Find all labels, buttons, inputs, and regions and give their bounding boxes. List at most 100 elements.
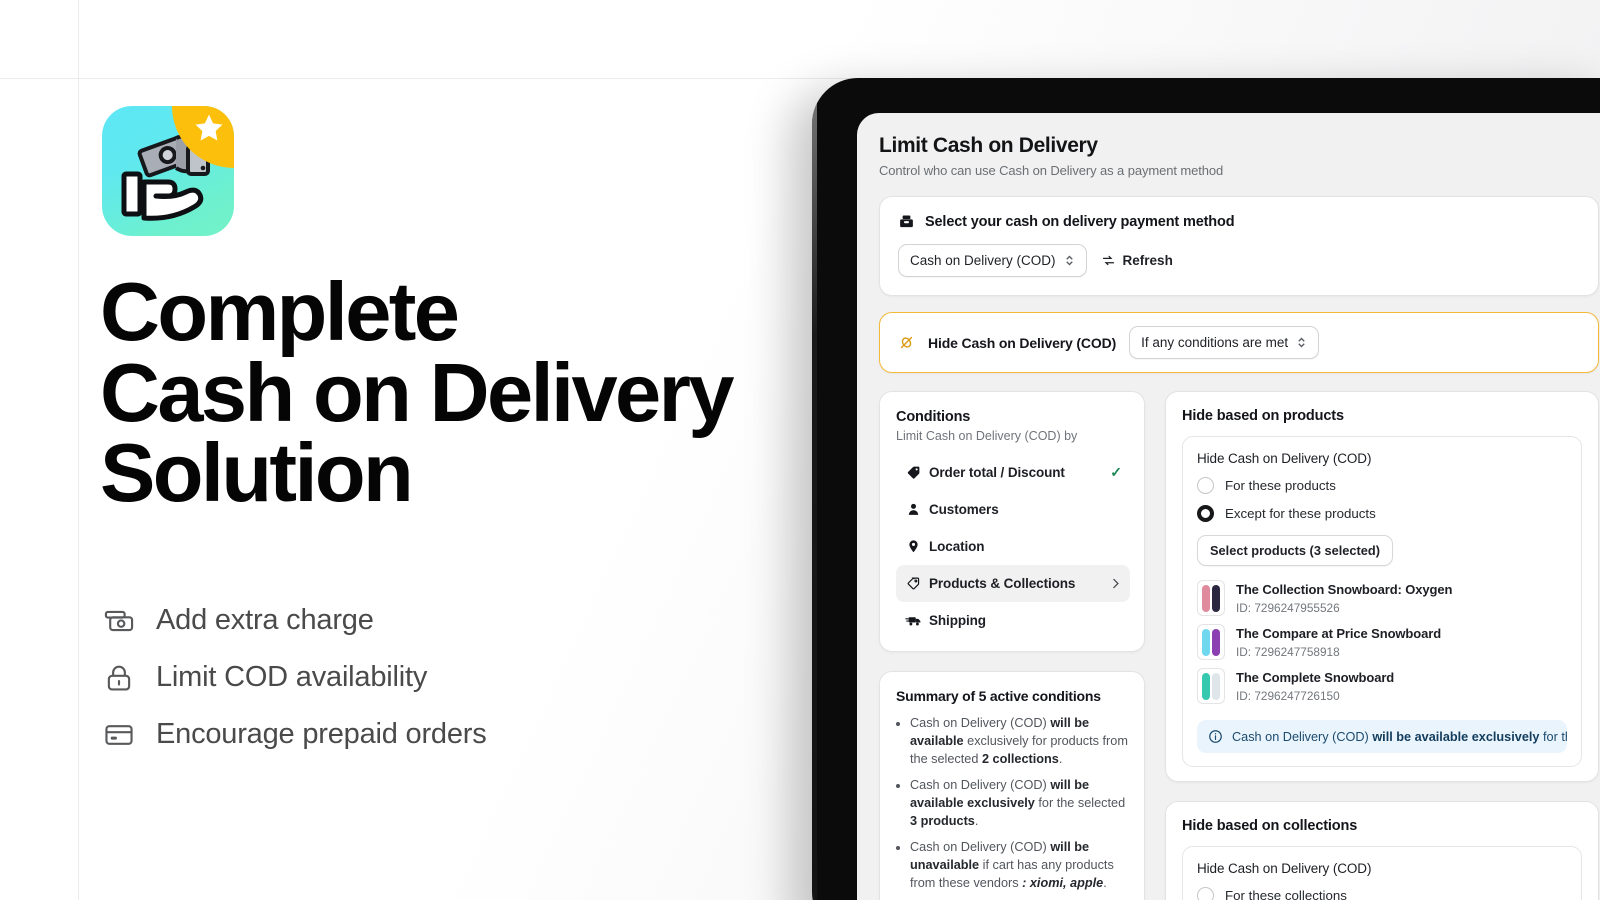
chevron-updown-icon [1298, 337, 1305, 348]
summary-title: Summary of 5 active conditions [896, 688, 1101, 704]
chevron-right-icon [1109, 577, 1122, 590]
conditions-list: Order total / Discount ✓ Customers Locat… [896, 454, 1130, 639]
collections-inner-heading: Hide Cash on Delivery (COD) [1197, 861, 1372, 876]
refresh-icon [1102, 255, 1114, 266]
text-fragment: Cash on Delivery (COD) [910, 840, 1051, 855]
condition-label: Location [929, 539, 985, 554]
collections-section-title: Hide based on collections [1182, 818, 1358, 834]
tag-icon [902, 465, 924, 480]
location-pin-icon [902, 539, 924, 554]
product-name: The Collection Snowboard: Oxygen [1236, 582, 1453, 597]
info-circle-icon [1208, 729, 1223, 744]
products-section-card: Hide based on products Hide Cash on Deli… [1165, 391, 1599, 782]
radio-for-these-collections[interactable]: For these collections [1197, 887, 1567, 900]
products-inner-heading: Hide Cash on Delivery (COD) [1197, 451, 1372, 466]
text-fragment: for the selected [1034, 796, 1126, 811]
banknote-icon [102, 604, 136, 638]
app-header: Limit Cash on Delivery Control who can u… [879, 134, 1600, 178]
product-list-item[interactable]: The Compare at Price Snowboard ID: 729624… [1197, 620, 1567, 664]
page-title: Complete Cash on Delivery Solution [100, 265, 840, 519]
headline-line-3: Solution [100, 426, 414, 519]
condition-item-customers[interactable]: Customers [896, 491, 1130, 528]
summary-card: Summary of 5 active conditions Cash on D… [879, 671, 1145, 900]
product-id: ID: 7296247955526 [1236, 601, 1340, 615]
payment-method-select-value: Cash on Delivery (COD) [910, 253, 1056, 268]
product-list-item[interactable]: The Complete Snowboard ID: 7296247726150 [1197, 664, 1567, 708]
product-id: ID: 7296247758918 [1236, 645, 1340, 659]
text-fragment: for th [1542, 729, 1567, 744]
conditions-subtitle: Limit Cash on Delivery (COD) by [896, 429, 1078, 443]
lock-icon [102, 661, 136, 695]
payment-method-select[interactable]: Cash on Delivery (COD) [898, 244, 1087, 277]
feature-item-limit-cod: Limit COD availability [102, 649, 487, 706]
text-fragment: : xiomi, apple [1022, 876, 1104, 891]
text-fragment: 2 collections [981, 752, 1059, 767]
products-section-title: Hide based on products [1182, 408, 1344, 424]
product-name: The Complete Snowboard [1236, 670, 1395, 685]
condition-label: Products & Collections [929, 576, 1076, 591]
refresh-button[interactable]: Refresh [1101, 253, 1173, 268]
radio-except-these-products[interactable]: Except for these products [1197, 505, 1567, 522]
condition-item-order-total[interactable]: Order total / Discount ✓ [896, 454, 1130, 491]
device-edge-highlight [812, 78, 817, 900]
headline-line-1: Complete [100, 265, 460, 358]
condition-label: Order total / Discount [929, 465, 1065, 480]
collections-inner-box: Hide Cash on Delivery (COD) For these co… [1182, 846, 1582, 900]
tablet-screen: Limit Cash on Delivery Control who can u… [857, 113, 1600, 900]
app-subtitle: Control who can use Cash on Delivery as … [879, 163, 1224, 178]
text-fragment: . [1103, 876, 1107, 891]
text-fragment: . [1058, 752, 1063, 767]
customer-icon [902, 502, 924, 517]
feature-list: Add extra charge Limit COD availability [102, 592, 487, 763]
product-thumbnail [1197, 668, 1225, 704]
credit-card-icon [102, 718, 136, 752]
product-name: The Compare at Price Snowboard [1236, 626, 1442, 641]
condition-item-shipping[interactable]: Shipping [896, 602, 1130, 639]
hide-condition-select[interactable]: If any conditions are met [1129, 326, 1320, 359]
text-fragment: Cash on Delivery (COD) [1232, 729, 1373, 744]
text-fragment: will be available exclusively [1372, 729, 1540, 744]
radio-label: For these products [1225, 478, 1336, 493]
tablet-device-frame: Limit Cash on Delivery Control who can u… [812, 78, 1600, 900]
feature-label: Limit COD availability [156, 661, 428, 693]
star-badge-icon [195, 114, 223, 141]
refresh-label: Refresh [1122, 253, 1173, 268]
hide-eye-slash-icon [898, 334, 915, 351]
app-title: Limit Cash on Delivery [879, 134, 1098, 157]
collections-section-card: Hide based on collections Hide Cash on D… [1165, 801, 1599, 900]
app-icon [102, 106, 234, 236]
selected-products-list: The Collection Snowboard: Oxygen ID: 7296… [1197, 576, 1567, 708]
products-inner-box: Hide Cash on Delivery (COD) For these pr… [1182, 436, 1582, 767]
condition-item-location[interactable]: Location [896, 528, 1130, 565]
chevron-updown-icon [1065, 255, 1073, 266]
products-collections-icon [902, 576, 924, 591]
products-info-banner: Cash on Delivery (COD) will be available… [1197, 720, 1567, 753]
feature-label: Add extra charge [156, 604, 374, 636]
payment-method-card: Select your cash on delivery payment met… [879, 196, 1599, 296]
product-id: ID: 7296247726150 [1236, 689, 1340, 703]
feature-item-prepaid-orders: Encourage prepaid orders [102, 706, 487, 763]
select-products-button[interactable]: Select products (3 selected) [1197, 535, 1393, 566]
summary-bullet: Cash on Delivery (COD) will be available… [910, 714, 1128, 768]
product-thumbnail [1197, 624, 1225, 660]
cash-register-icon [898, 213, 915, 230]
radio-button[interactable] [1197, 887, 1214, 900]
feature-label: Encourage prepaid orders [156, 718, 487, 750]
hide-condition-value: If any conditions are met [1141, 335, 1289, 350]
product-list-item[interactable]: The Collection Snowboard: Oxygen ID: 7296… [1197, 576, 1567, 620]
radio-button-selected[interactable] [1197, 505, 1214, 522]
summary-bullet-list: Cash on Delivery (COD) will be available… [896, 714, 1128, 892]
text-fragment: . [974, 814, 979, 829]
condition-label: Shipping [929, 613, 986, 628]
conditions-title: Conditions [896, 409, 971, 425]
check-icon: ✓ [1110, 464, 1122, 480]
feature-item-extra-charge: Add extra charge [102, 592, 487, 649]
payment-method-heading: Select your cash on delivery payment met… [925, 213, 1235, 230]
radio-for-these-products[interactable]: For these products [1197, 477, 1567, 494]
condition-item-products-collections[interactable]: Products & Collections [896, 565, 1130, 602]
radio-button[interactable] [1197, 477, 1214, 494]
info-banner-text: Cash on Delivery (COD) will be available… [1232, 730, 1567, 744]
text-fragment: Cash on Delivery (COD) [910, 716, 1051, 730]
text-fragment: 3 products [910, 814, 975, 829]
hide-cod-label: Hide Cash on Delivery (COD) [928, 334, 1117, 351]
